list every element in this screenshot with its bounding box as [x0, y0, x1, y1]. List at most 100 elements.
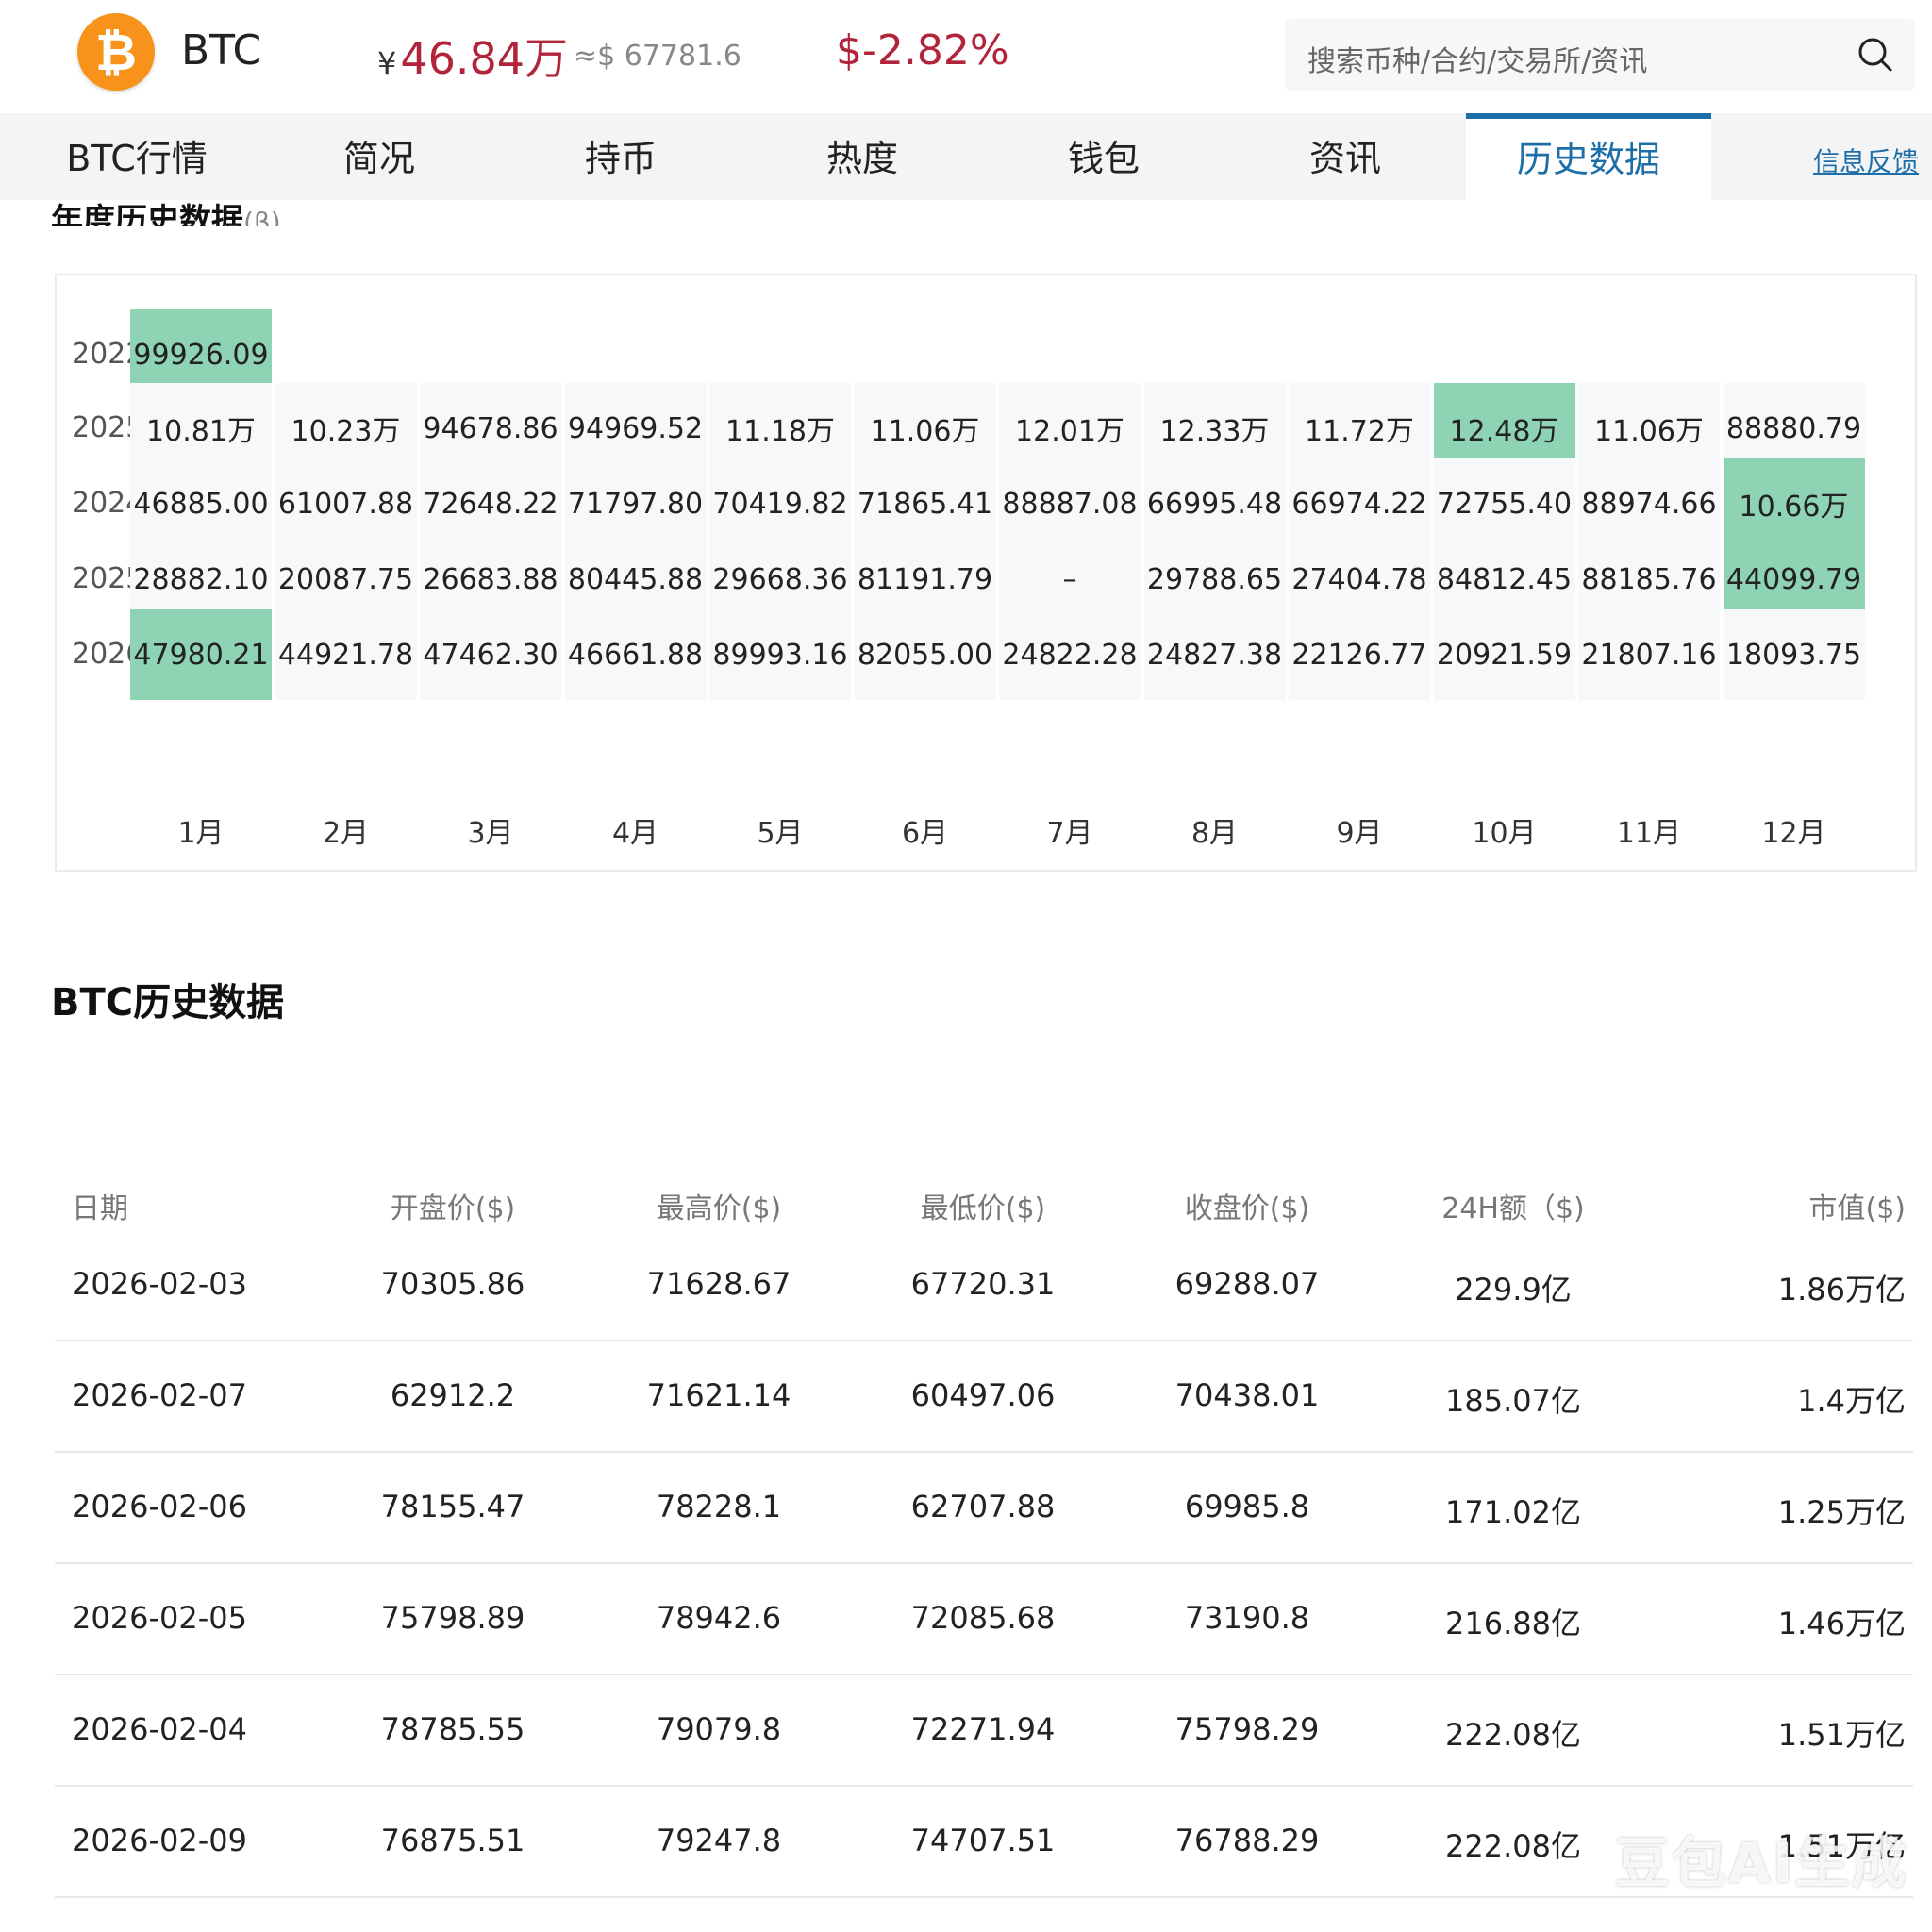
history-cell: 222.08亿	[1445, 1828, 1581, 1864]
tab-wallet[interactable]: 钱包	[983, 113, 1224, 200]
month-label: 10月	[1472, 817, 1537, 850]
history-cell: 69985.8	[1184, 1489, 1310, 1524]
tab-market[interactable]: BTC行情	[19, 113, 255, 200]
history-header: 最高价($)	[656, 1192, 782, 1225]
history-section-title: BTC历史数据	[51, 981, 285, 1024]
history-row: 2026-02-06 78155.47 78228.1 62707.88 69985.8…	[55, 1451, 1913, 1564]
history-cell: 75798.89	[380, 1600, 525, 1636]
history-cell: 74707.51	[910, 1823, 1056, 1858]
history-cell: 2026-02-09	[72, 1823, 247, 1858]
history-cell: 2026-02-07	[72, 1377, 247, 1413]
search-box[interactable]: 搜索币种/合约/交易所/资讯	[1285, 19, 1915, 91]
annual-cell: 89993.16	[709, 609, 851, 700]
watermark: 豆包AI生成	[1615, 1831, 1908, 1895]
month-label: 5月	[757, 817, 804, 850]
tab-holdings[interactable]: 持币	[500, 113, 741, 200]
search-icon[interactable]	[1857, 36, 1894, 74]
month-label: 4月	[611, 817, 659, 850]
annual-cell: 18093.75	[1723, 609, 1865, 700]
annual-cell: 24822.28	[999, 609, 1141, 700]
annual-cell: 47980.21	[130, 609, 272, 700]
tab-bar: BTC行情 简况 持币 热度 钱包 资讯 历史数据 信息反馈	[0, 113, 1932, 206]
price-change: $-2.82%	[836, 26, 1009, 75]
history-cell: 1.86万亿	[1777, 1272, 1906, 1307]
annual-cell: 82055.00	[854, 609, 996, 700]
annual-history-grid: 2022 99926.09 2025 10.81万 10.23万 94678.86 9496…	[55, 274, 1917, 872]
history-cell: 2026-02-06	[72, 1489, 247, 1524]
annual-cell: 21807.16	[1578, 609, 1720, 700]
currency-symbol: ¥	[377, 45, 397, 81]
history-header: 24H额（$)	[1441, 1192, 1585, 1225]
history-cell: 79247.8	[656, 1823, 782, 1858]
history-row: 2026-02-05 75798.89 78942.6 72085.68 73190.8…	[55, 1562, 1913, 1675]
history-cell: 71621.14	[646, 1377, 791, 1413]
coin-header: ₿ BTC ¥46.84万 ≈$ 67781.6 $-2.82% 搜索币种/合约…	[0, 0, 1932, 113]
annual-cell: 20921.59	[1433, 609, 1575, 700]
history-row: 2026-02-04 78785.55 79079.8 72271.94 75798.2…	[55, 1674, 1913, 1787]
annual-cell: 24827.38	[1143, 609, 1286, 700]
history-row: 2026-02-03 70305.86 71628.67 67720.31 69288.…	[55, 1228, 1913, 1341]
history-cell: 78228.1	[656, 1489, 782, 1524]
history-header: 最低价($)	[920, 1192, 1046, 1225]
history-header: 收盘价($)	[1184, 1192, 1310, 1225]
month-label: 12月	[1761, 817, 1826, 850]
price-cny: ¥46.84万	[377, 25, 568, 87]
history-cell: 222.08亿	[1445, 1717, 1581, 1753]
history-cell: 70305.86	[380, 1266, 525, 1302]
history-cell: 229.9亿	[1455, 1272, 1572, 1307]
history-cell: 62707.88	[910, 1489, 1056, 1524]
annual-cell: 47462.30	[420, 609, 561, 700]
history-cell: 216.88亿	[1445, 1606, 1581, 1641]
month-label: 3月	[467, 817, 514, 850]
history-cell: 2026-02-05	[72, 1600, 247, 1636]
annual-cell: 22126.77	[1289, 609, 1430, 700]
history-cell: 1.46万亿	[1777, 1606, 1906, 1641]
history-cell: 185.07亿	[1445, 1383, 1581, 1419]
search-input[interactable]: 搜索币种/合约/交易所/资讯	[1307, 38, 1647, 79]
history-cell: 1.25万亿	[1777, 1494, 1906, 1530]
history-header: 开盘价($)	[390, 1192, 516, 1225]
coin-name: BTC	[181, 26, 262, 75]
tab-popularity[interactable]: 热度	[741, 113, 983, 200]
annual-title-note: (β)	[243, 207, 281, 226]
tab-news[interactable]: 资讯	[1224, 113, 1466, 200]
bitcoin-symbol: ₿	[94, 22, 137, 82]
month-label: 6月	[901, 817, 949, 850]
tab-history[interactable]: 历史数据	[1466, 113, 1711, 206]
month-label: 1月	[177, 817, 225, 850]
tab-overview[interactable]: 简况	[258, 113, 500, 200]
annual-cell: 46661.88	[564, 609, 707, 700]
price-usd: ≈$ 67781.6	[574, 40, 741, 73]
history-cell: 78942.6	[656, 1600, 782, 1636]
annual-cell: 44921.78	[275, 609, 417, 700]
history-cell: 1.4万亿	[1797, 1383, 1906, 1419]
history-cell: 71628.67	[646, 1266, 791, 1302]
history-cell: 76875.51	[380, 1823, 525, 1858]
history-cell: 73190.8	[1184, 1600, 1310, 1636]
price-cny-value: 46.84万	[400, 33, 569, 84]
history-cell: 2026-02-03	[72, 1266, 247, 1302]
history-header: 日期	[72, 1192, 128, 1225]
history-cell: 2026-02-04	[72, 1711, 247, 1747]
history-cell: 76788.29	[1174, 1823, 1320, 1858]
history-cell: 79079.8	[656, 1711, 782, 1747]
month-label: 9月	[1336, 817, 1383, 850]
history-cell: 67720.31	[910, 1266, 1056, 1302]
feedback-link[interactable]: 信息反馈	[1813, 142, 1919, 179]
history-cell: 70438.01	[1174, 1377, 1320, 1413]
history-row: 2026-02-07 62912.2 71621.14 60497.06 70438.0…	[55, 1340, 1913, 1453]
annual-title-text: 年度历史数据	[51, 202, 243, 226]
annual-section-title: 年度历史数据(β)	[51, 194, 281, 226]
month-label: 8月	[1191, 817, 1239, 850]
bitcoin-logo-icon: ₿	[77, 13, 155, 91]
month-label: 2月	[322, 817, 370, 850]
history-cell: 72271.94	[910, 1711, 1056, 1747]
history-cell: 60497.06	[910, 1377, 1056, 1413]
history-cell: 171.02亿	[1445, 1494, 1581, 1530]
history-cell: 78785.55	[380, 1711, 525, 1747]
history-cell: 62912.2	[390, 1377, 516, 1413]
history-cell: 78155.47	[380, 1489, 525, 1524]
history-cell: 69288.07	[1174, 1266, 1320, 1302]
history-header: 市值($)	[1808, 1192, 1907, 1225]
history-cell: 1.51万亿	[1777, 1717, 1906, 1753]
